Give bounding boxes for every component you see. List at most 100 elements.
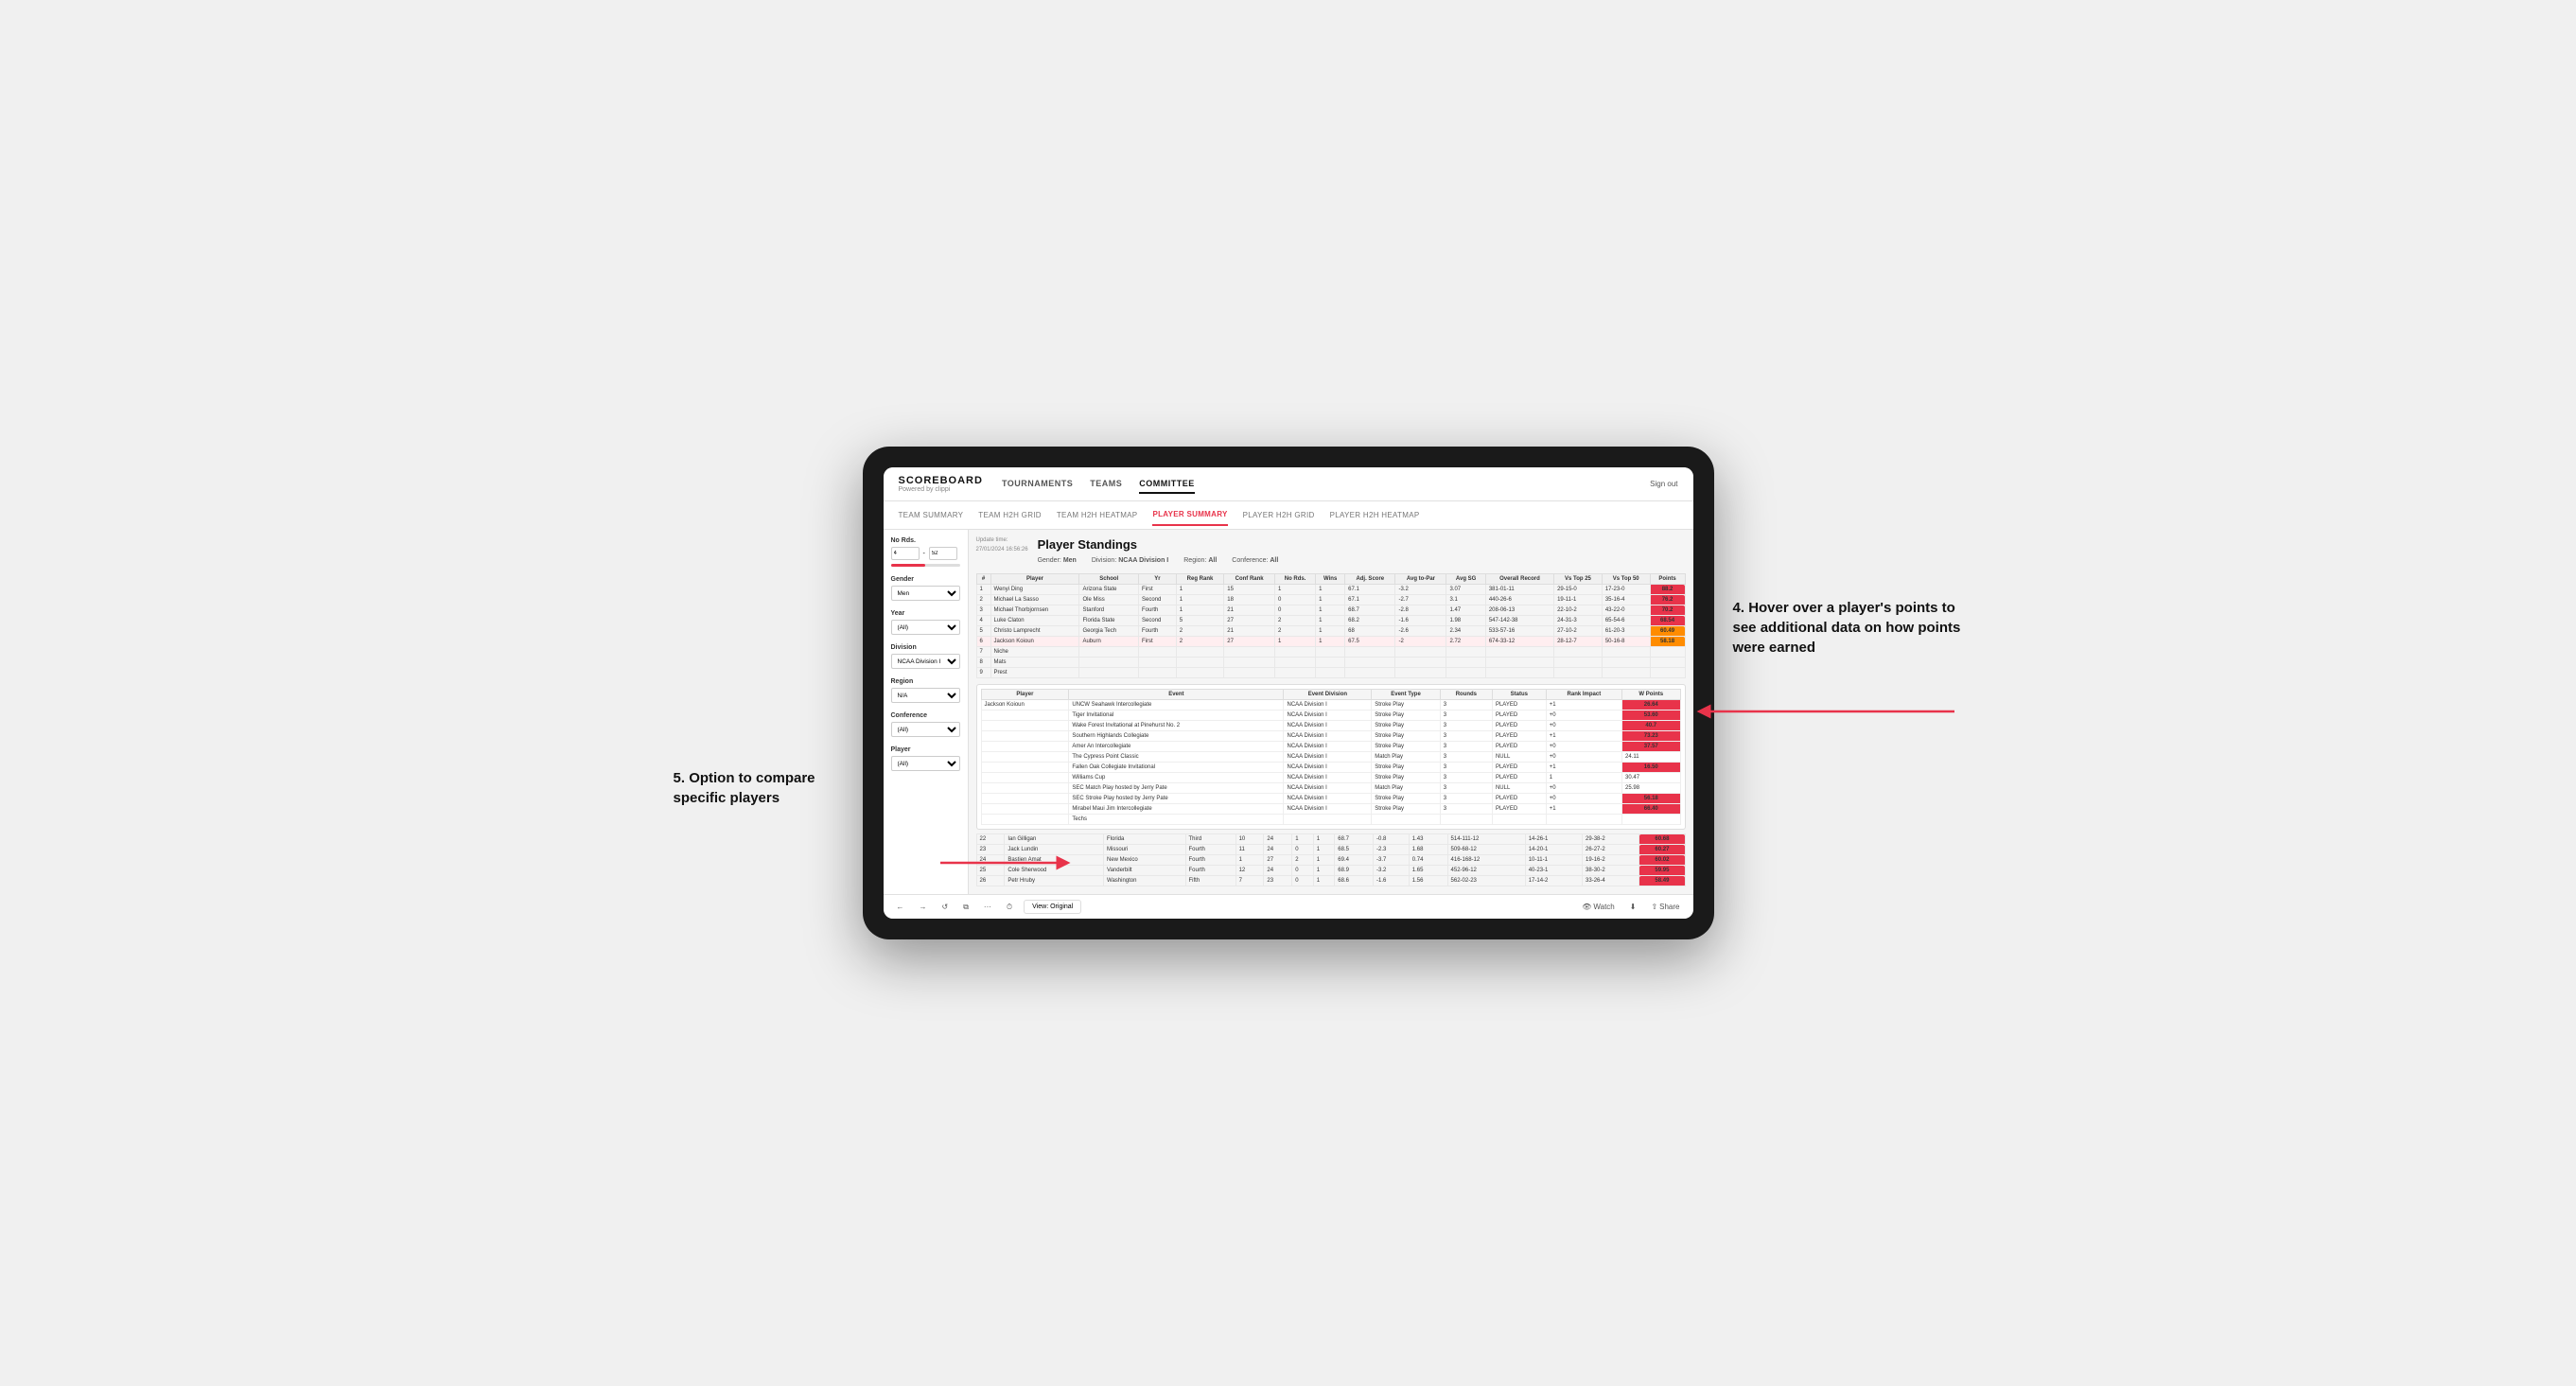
table-cell: Florida <box>1104 834 1186 845</box>
table-cell <box>1345 647 1395 658</box>
table-cell[interactable]: 68.54 <box>1650 616 1685 626</box>
nav-tournaments[interactable]: TOURNAMENTS <box>1002 475 1073 494</box>
table-cell[interactable] <box>1650 668 1685 678</box>
hover-table-cell: 3 <box>1440 731 1492 742</box>
table-cell: 0 <box>1292 845 1314 855</box>
table-cell <box>1224 647 1275 658</box>
tab-team-h2h-grid[interactable]: TEAM H2H GRID <box>978 505 1042 525</box>
filter-year-select[interactable]: (All) <box>891 620 960 635</box>
table-cell[interactable]: 70.2 <box>1650 605 1685 616</box>
filter-player-select[interactable]: (All) <box>891 756 960 771</box>
table-row[interactable]: 7Niche <box>976 647 1685 658</box>
table-cell: Georgia Tech <box>1079 626 1139 637</box>
filter-division-select[interactable]: NCAA Division I <box>891 654 960 669</box>
hover-table-cell <box>981 783 1069 794</box>
table-cell[interactable] <box>1650 647 1685 658</box>
col-vs50: Vs Top 50 <box>1602 574 1650 585</box>
filter-region-select[interactable]: N/A <box>891 688 960 703</box>
filter-gender-select[interactable]: Men <box>891 586 960 601</box>
table-row[interactable]: 1Wenyi DingArizona StateFirst1151167.1-3… <box>976 585 1685 595</box>
tab-player-h2h-heatmap[interactable]: PLAYER H2H HEATMAP <box>1330 505 1420 525</box>
top-nav: SCOREBOARD Powered by clippi TOURNAMENTS… <box>884 467 1693 501</box>
table-cell[interactable] <box>1650 658 1685 668</box>
filter-conference-select[interactable]: (All) <box>891 722 960 737</box>
hover-table-cell: Fallen Oak Collegiate Invitational <box>1069 763 1284 773</box>
table-cell: -2.6 <box>1395 626 1446 637</box>
hover-table-cell: The Cypress Point Classic <box>1069 752 1284 763</box>
back-btn[interactable]: ← <box>893 901 908 913</box>
table-cell: Second <box>1139 616 1177 626</box>
table-cell[interactable]: 60.49 <box>1650 626 1685 637</box>
table-row[interactable]: 9Prest <box>976 668 1685 678</box>
sign-out-link[interactable]: Sign out <box>1650 480 1677 488</box>
nav-teams[interactable]: TEAMS <box>1090 475 1122 494</box>
nav-right: Sign out <box>1650 480 1677 488</box>
table-cell: 17-14-2 <box>1525 876 1582 886</box>
table-cell: Michael La Sasso <box>990 595 1079 605</box>
table-cell <box>1602 668 1650 678</box>
hover-table-cell: 3 <box>1440 752 1492 763</box>
col-no-rds: No Rds. <box>1275 574 1316 585</box>
filter-no-rds-min[interactable] <box>891 547 920 560</box>
table-cell[interactable]: 58.49 <box>1639 876 1685 886</box>
hover-table-cell <box>1622 815 1680 825</box>
table-cell: 35-16-4 <box>1602 595 1650 605</box>
share-btn[interactable]: ⇧ Share <box>1647 901 1683 913</box>
view-original-btn[interactable]: View: Original <box>1024 900 1081 914</box>
table-row[interactable]: 4Luke ClatonFlorida StateSecond5272168.2… <box>976 616 1685 626</box>
hover-table-cell: 53.60 <box>1622 711 1680 721</box>
table-row[interactable]: 5Christo LamprechtGeorgia TechFourth2212… <box>976 626 1685 637</box>
watch-btn[interactable]: 👁 Watch <box>1578 901 1619 913</box>
filter-no-rds-max[interactable] <box>929 547 957 560</box>
table-cell[interactable]: 58.18 <box>1650 637 1685 647</box>
filter-gender-section: Gender Men <box>891 576 960 601</box>
refresh-btn[interactable]: ↺ <box>938 901 953 913</box>
table-cell <box>1275 668 1316 678</box>
table-cell[interactable]: 88.2 <box>1650 585 1685 595</box>
hover-table-cell: SEC Stroke Play hosted by Jerry Pate <box>1069 794 1284 804</box>
clock-btn[interactable]: ⏱ <box>1003 901 1016 914</box>
main-content: No Rds. - Gender <box>884 530 1693 894</box>
copy-btn[interactable]: ⧉ <box>959 901 973 914</box>
brand: SCOREBOARD Powered by clippi <box>899 475 983 493</box>
table-cell <box>1485 658 1553 668</box>
table-cell[interactable]: 60.02 <box>1639 855 1685 866</box>
gender-filter-label: Gender: Men <box>1038 557 1077 564</box>
tab-player-summary[interactable]: PLAYER SUMMARY <box>1152 504 1227 526</box>
hover-table-cell <box>1284 815 1372 825</box>
table-cell[interactable]: 76.2 <box>1650 595 1685 605</box>
hover-table-cell: +1 <box>1546 731 1621 742</box>
col-school: School <box>1079 574 1139 585</box>
table-cell: 440-26-6 <box>1485 595 1553 605</box>
tab-team-h2h-heatmap[interactable]: TEAM H2H HEATMAP <box>1057 505 1138 525</box>
forward-btn[interactable]: → <box>916 901 931 913</box>
filter-no-rds: No Rds. - <box>891 537 960 567</box>
table-cell: 1.98 <box>1446 616 1485 626</box>
table-row[interactable]: 2Michael La SassoOle MissSecond1180167.1… <box>976 595 1685 605</box>
table-cell: 21 <box>1224 605 1275 616</box>
table-row[interactable]: 22Ian GilliganFloridaThird10241168.7-0.8… <box>976 834 1685 845</box>
table-cell[interactable]: 59.95 <box>1639 866 1685 876</box>
hover-table-cell: NCAA Division I <box>1284 700 1372 711</box>
table-cell: Ole Miss <box>1079 595 1139 605</box>
table-row[interactable]: 6Jackson KoiounAuburnFirst2271167.5-22.7… <box>976 637 1685 647</box>
tab-player-h2h-grid[interactable]: PLAYER H2H GRID <box>1243 505 1315 525</box>
hover-table-cell <box>981 731 1069 742</box>
table-cell: 3.07 <box>1446 585 1485 595</box>
table-cell: 10-11-1 <box>1525 855 1582 866</box>
hover-table-cell: NCAA Division I <box>1284 731 1372 742</box>
download-btn[interactable]: ⬇ <box>1626 901 1640 913</box>
col-yr: Yr <box>1139 574 1177 585</box>
tab-team-summary[interactable]: TEAM SUMMARY <box>899 505 964 525</box>
more-btn[interactable]: ··· <box>980 901 995 913</box>
hover-table-cell: 73.23 <box>1622 731 1680 742</box>
table-row[interactable]: 3Michael ThorbjornsenStanfordFourth12101… <box>976 605 1685 616</box>
nav-committee[interactable]: COMMITTEE <box>1139 475 1195 494</box>
table-cell: 68.7 <box>1335 834 1374 845</box>
table-row[interactable]: 8Mats <box>976 658 1685 668</box>
hover-table-cell: PLAYED <box>1492 742 1546 752</box>
table-cell[interactable]: 60.27 <box>1639 845 1685 855</box>
filter-no-rds-slider[interactable] <box>891 564 960 567</box>
hover-table-cell: 3 <box>1440 773 1492 783</box>
table-cell[interactable]: 60.68 <box>1639 834 1685 845</box>
